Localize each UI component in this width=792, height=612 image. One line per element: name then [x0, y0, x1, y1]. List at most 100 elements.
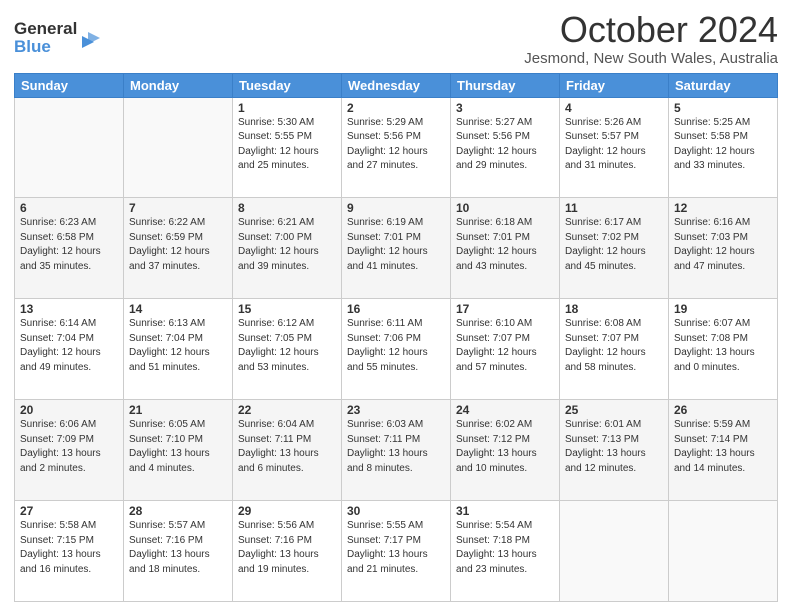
table-row: 19Sunrise: 6:07 AM Sunset: 7:08 PM Dayli… [669, 299, 778, 400]
day-info: Sunrise: 5:29 AM Sunset: 5:56 PM Dayligh… [347, 116, 445, 174]
table-row: 17Sunrise: 6:10 AM Sunset: 7:07 PM Dayli… [451, 299, 560, 400]
calendar-week-row: 6Sunrise: 6:23 AM Sunset: 6:58 PM Daylig… [15, 198, 778, 299]
day-info: Sunrise: 6:21 AM Sunset: 7:00 PM Dayligh… [238, 216, 336, 274]
day-number: 20 [20, 403, 118, 417]
table-row: 22Sunrise: 6:04 AM Sunset: 7:11 PM Dayli… [233, 400, 342, 501]
day-info: Sunrise: 6:16 AM Sunset: 7:03 PM Dayligh… [674, 216, 772, 274]
day-number: 9 [347, 201, 445, 215]
table-row: 29Sunrise: 5:56 AM Sunset: 7:16 PM Dayli… [233, 501, 342, 602]
day-info: Sunrise: 6:08 AM Sunset: 7:07 PM Dayligh… [565, 317, 663, 375]
day-number: 10 [456, 201, 554, 215]
day-number: 1 [238, 101, 336, 115]
table-row: 21Sunrise: 6:05 AM Sunset: 7:10 PM Dayli… [124, 400, 233, 501]
table-row: 3Sunrise: 5:27 AM Sunset: 5:56 PM Daylig… [451, 97, 560, 198]
page: General Blue October 2024 Jesmond, New S… [0, 0, 792, 612]
day-number: 7 [129, 201, 227, 215]
day-info: Sunrise: 6:22 AM Sunset: 6:59 PM Dayligh… [129, 216, 227, 274]
table-row: 25Sunrise: 6:01 AM Sunset: 7:13 PM Dayli… [560, 400, 669, 501]
day-info: Sunrise: 6:04 AM Sunset: 7:11 PM Dayligh… [238, 418, 336, 476]
day-number: 31 [456, 504, 554, 518]
day-number: 30 [347, 504, 445, 518]
day-number: 25 [565, 403, 663, 417]
table-row: 1Sunrise: 5:30 AM Sunset: 5:55 PM Daylig… [233, 97, 342, 198]
table-row: 10Sunrise: 6:18 AM Sunset: 7:01 PM Dayli… [451, 198, 560, 299]
table-row: 14Sunrise: 6:13 AM Sunset: 7:04 PM Dayli… [124, 299, 233, 400]
day-number: 19 [674, 302, 772, 316]
table-row: 13Sunrise: 6:14 AM Sunset: 7:04 PM Dayli… [15, 299, 124, 400]
day-info: Sunrise: 6:02 AM Sunset: 7:12 PM Dayligh… [456, 418, 554, 476]
table-row [124, 97, 233, 198]
col-sunday: Sunday [15, 73, 124, 97]
table-row: 12Sunrise: 6:16 AM Sunset: 7:03 PM Dayli… [669, 198, 778, 299]
day-number: 24 [456, 403, 554, 417]
day-info: Sunrise: 6:10 AM Sunset: 7:07 PM Dayligh… [456, 317, 554, 375]
day-number: 22 [238, 403, 336, 417]
day-number: 16 [347, 302, 445, 316]
calendar-week-row: 20Sunrise: 6:06 AM Sunset: 7:09 PM Dayli… [15, 400, 778, 501]
table-row: 9Sunrise: 6:19 AM Sunset: 7:01 PM Daylig… [342, 198, 451, 299]
day-info: Sunrise: 6:03 AM Sunset: 7:11 PM Dayligh… [347, 418, 445, 476]
calendar-header-row: Sunday Monday Tuesday Wednesday Thursday… [15, 73, 778, 97]
day-number: 26 [674, 403, 772, 417]
day-info: Sunrise: 5:57 AM Sunset: 7:16 PM Dayligh… [129, 519, 227, 577]
table-row: 2Sunrise: 5:29 AM Sunset: 5:56 PM Daylig… [342, 97, 451, 198]
day-info: Sunrise: 5:54 AM Sunset: 7:18 PM Dayligh… [456, 519, 554, 577]
col-friday: Friday [560, 73, 669, 97]
logo-text: General Blue [14, 14, 104, 61]
col-tuesday: Tuesday [233, 73, 342, 97]
day-number: 11 [565, 201, 663, 215]
day-info: Sunrise: 5:26 AM Sunset: 5:57 PM Dayligh… [565, 116, 663, 174]
table-row: 5Sunrise: 5:25 AM Sunset: 5:58 PM Daylig… [669, 97, 778, 198]
day-info: Sunrise: 5:55 AM Sunset: 7:17 PM Dayligh… [347, 519, 445, 577]
table-row [15, 97, 124, 198]
day-info: Sunrise: 6:01 AM Sunset: 7:13 PM Dayligh… [565, 418, 663, 476]
day-info: Sunrise: 6:17 AM Sunset: 7:02 PM Dayligh… [565, 216, 663, 274]
subtitle: Jesmond, New South Wales, Australia [524, 50, 778, 67]
table-row: 15Sunrise: 6:12 AM Sunset: 7:05 PM Dayli… [233, 299, 342, 400]
table-row: 31Sunrise: 5:54 AM Sunset: 7:18 PM Dayli… [451, 501, 560, 602]
calendar-week-row: 27Sunrise: 5:58 AM Sunset: 7:15 PM Dayli… [15, 501, 778, 602]
day-info: Sunrise: 6:23 AM Sunset: 6:58 PM Dayligh… [20, 216, 118, 274]
calendar-week-row: 1Sunrise: 5:30 AM Sunset: 5:55 PM Daylig… [15, 97, 778, 198]
col-monday: Monday [124, 73, 233, 97]
day-number: 4 [565, 101, 663, 115]
day-info: Sunrise: 6:18 AM Sunset: 7:01 PM Dayligh… [456, 216, 554, 274]
day-number: 27 [20, 504, 118, 518]
day-number: 8 [238, 201, 336, 215]
day-info: Sunrise: 5:30 AM Sunset: 5:55 PM Dayligh… [238, 116, 336, 174]
table-row [560, 501, 669, 602]
title-block: October 2024 Jesmond, New South Wales, A… [524, 10, 778, 67]
table-row [669, 501, 778, 602]
day-info: Sunrise: 6:07 AM Sunset: 7:08 PM Dayligh… [674, 317, 772, 375]
table-row: 7Sunrise: 6:22 AM Sunset: 6:59 PM Daylig… [124, 198, 233, 299]
table-row: 26Sunrise: 5:59 AM Sunset: 7:14 PM Dayli… [669, 400, 778, 501]
day-number: 12 [674, 201, 772, 215]
day-number: 18 [565, 302, 663, 316]
table-row: 6Sunrise: 6:23 AM Sunset: 6:58 PM Daylig… [15, 198, 124, 299]
svg-text:General: General [14, 19, 77, 38]
table-row: 23Sunrise: 6:03 AM Sunset: 7:11 PM Dayli… [342, 400, 451, 501]
day-number: 13 [20, 302, 118, 316]
day-info: Sunrise: 6:19 AM Sunset: 7:01 PM Dayligh… [347, 216, 445, 274]
day-number: 21 [129, 403, 227, 417]
calendar-week-row: 13Sunrise: 6:14 AM Sunset: 7:04 PM Dayli… [15, 299, 778, 400]
day-info: Sunrise: 5:25 AM Sunset: 5:58 PM Dayligh… [674, 116, 772, 174]
day-info: Sunrise: 6:12 AM Sunset: 7:05 PM Dayligh… [238, 317, 336, 375]
col-saturday: Saturday [669, 73, 778, 97]
col-wednesday: Wednesday [342, 73, 451, 97]
day-info: Sunrise: 5:56 AM Sunset: 7:16 PM Dayligh… [238, 519, 336, 577]
col-thursday: Thursday [451, 73, 560, 97]
svg-text:Blue: Blue [14, 37, 51, 56]
header: General Blue October 2024 Jesmond, New S… [14, 10, 778, 67]
table-row: 4Sunrise: 5:26 AM Sunset: 5:57 PM Daylig… [560, 97, 669, 198]
table-row: 18Sunrise: 6:08 AM Sunset: 7:07 PM Dayli… [560, 299, 669, 400]
day-number: 23 [347, 403, 445, 417]
table-row: 30Sunrise: 5:55 AM Sunset: 7:17 PM Dayli… [342, 501, 451, 602]
day-number: 6 [20, 201, 118, 215]
table-row: 11Sunrise: 6:17 AM Sunset: 7:02 PM Dayli… [560, 198, 669, 299]
day-number: 15 [238, 302, 336, 316]
day-number: 17 [456, 302, 554, 316]
day-number: 29 [238, 504, 336, 518]
table-row: 24Sunrise: 6:02 AM Sunset: 7:12 PM Dayli… [451, 400, 560, 501]
table-row: 28Sunrise: 5:57 AM Sunset: 7:16 PM Dayli… [124, 501, 233, 602]
